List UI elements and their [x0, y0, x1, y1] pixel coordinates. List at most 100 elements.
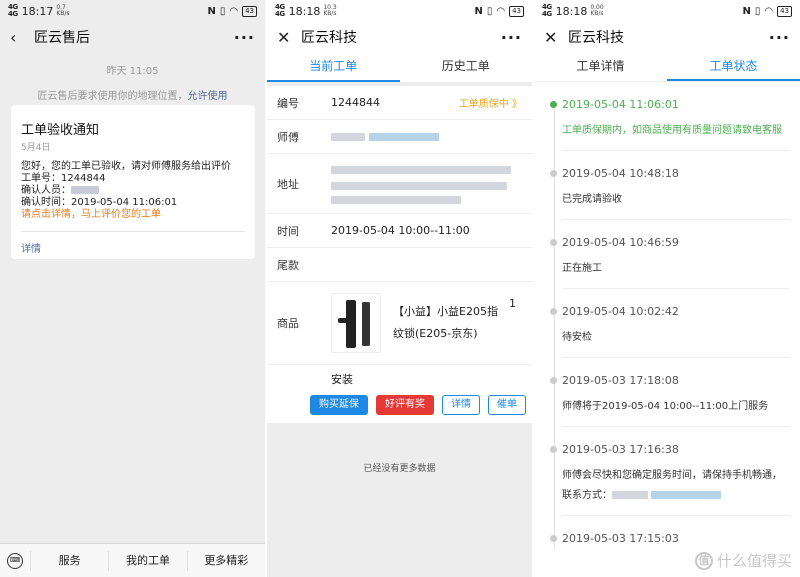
watermark-badge-icon: 值	[694, 551, 713, 570]
message-timestamp: 昨天 11:05	[106, 66, 159, 77]
address-value	[331, 163, 522, 204]
timeline-time: 2019-05-03 17:18:08	[562, 374, 679, 387]
redacted-address-line	[331, 182, 507, 190]
order-id-row: 编号 1244844 工单质保中 》	[267, 86, 532, 120]
timeline-item: 2019-05-04 10:02:42 待安检	[550, 303, 790, 358]
order-status-link[interactable]: 工单质保中 》	[459, 95, 522, 110]
timeline-text: 工单质保期内，如商品使用有质量问题请致电客服	[562, 125, 782, 136]
address-label: 地址	[277, 177, 299, 191]
status-bar: 4G 4G 18:18 0.00 KB/s N ▯ ◠ 43	[534, 0, 800, 22]
card-divider	[21, 231, 245, 232]
page-title: 匠云售后	[34, 30, 90, 46]
close-icon[interactable]: ✕	[544, 28, 562, 47]
timeline-dot	[550, 446, 557, 453]
close-icon[interactable]: ✕	[277, 28, 295, 47]
timeline-dot	[550, 170, 557, 177]
redacted-address-line	[331, 196, 461, 204]
smzdm-watermark: 值 什么值得买	[694, 550, 792, 571]
vibrate-icon: ▯	[754, 5, 761, 17]
goods-quantity: 1	[509, 297, 516, 310]
card-detail-link[interactable]: 详情	[21, 240, 245, 255]
smart-lock-image	[331, 293, 381, 353]
more-menu-icon[interactable]: ···	[234, 28, 255, 47]
goods-item[interactable]: 【小益】小益E205指纹锁(E205-京东) 1	[331, 293, 516, 353]
balance-row: 尾款	[267, 248, 532, 282]
master-label: 师傅	[277, 130, 299, 144]
redacted-name	[71, 186, 99, 194]
chat-panel: 4G 4G 18:17 0.7 KB/s N ▯ ◠ 43 ‹ 匠云售后 ··· 昨…	[0, 0, 265, 577]
wifi-icon: ◠	[229, 5, 239, 17]
network-speed: 10.3 KB/s	[323, 4, 337, 17]
order-tabs: 当前工单 历史工单	[267, 52, 532, 82]
timeline-dot	[550, 377, 557, 384]
master-value	[331, 130, 522, 143]
timeline-time: 2019-05-04 11:06:01	[562, 98, 679, 111]
top-nav: ✕ 匠云科技 ···	[534, 22, 800, 52]
battery-icon: 43	[509, 5, 524, 17]
buy-warranty-button[interactable]: 购买延保	[310, 395, 368, 415]
time-row: 时间 2019-05-04 10:00--11:00	[267, 214, 532, 248]
system-message: 匠云售后要求使用你的地理位置，允许使用	[0, 87, 265, 102]
timeline-text: 师傅会尽快和您确定服务时间，请保持手机畅通，	[562, 470, 782, 481]
master-row: 师傅	[267, 120, 532, 154]
redacted-phone	[368, 133, 439, 141]
keyboard-icon: ⌨	[7, 552, 23, 569]
tab-history-orders[interactable]: 历史工单	[400, 52, 533, 82]
page-title: 匠云科技	[568, 30, 624, 46]
timeline-text: 已完成请验收	[562, 194, 622, 205]
tab-current-orders[interactable]: 当前工单	[267, 52, 400, 82]
network-speed: 0.00 KB/s	[590, 4, 604, 17]
timeline-item: 2019-05-03 17:18:08 师傅将于2019-05-04 10:00…	[550, 372, 790, 427]
timeline-time: 2019-05-04 10:48:18	[562, 167, 679, 180]
timeline-text: 正在施工	[562, 263, 602, 274]
page-title: 匠云科技	[301, 30, 357, 46]
timeline-text: 待安检	[562, 332, 592, 343]
timeline-contact: 联系方式：	[562, 487, 790, 505]
goods-row: 商品 【小益】小益E205指纹锁(E205-京东) 1	[267, 282, 532, 364]
allow-location-link[interactable]: 允许使用	[188, 91, 228, 102]
detail-button[interactable]: 详情	[442, 395, 480, 415]
tab-order-detail[interactable]: 工单详情	[534, 52, 667, 81]
order-id-label: 编号	[277, 96, 299, 110]
chevron-left-icon[interactable]: ‹	[10, 28, 28, 47]
more-menu-icon[interactable]: ···	[769, 28, 790, 47]
menu-service[interactable]: 服务	[30, 550, 108, 571]
review-reward-button[interactable]: 好评有奖	[376, 395, 434, 415]
address-row: 地址	[267, 154, 532, 214]
menu-more[interactable]: 更多精彩	[186, 550, 265, 571]
timeline-text: 师傅将于2019-05-04 10:00--11:00上门服务	[562, 401, 769, 412]
more-menu-icon[interactable]: ···	[501, 28, 522, 47]
keyboard-toggle[interactable]: ⌨	[0, 552, 30, 569]
card-date: 5月4日	[21, 143, 51, 153]
system-message-text: 匠云售后要求使用你的地理位置，	[37, 91, 188, 102]
vibrate-icon: ▯	[219, 5, 226, 17]
timeline-line	[554, 102, 555, 548]
timeline-time: 2019-05-04 10:02:42	[562, 305, 679, 318]
signal-icon: 4G 4G	[8, 3, 18, 18]
goods-name: 【小益】小益E205指纹锁(E205-京东)	[393, 305, 498, 340]
redacted-name	[331, 133, 365, 141]
time-label: 时间	[277, 224, 299, 238]
urge-order-button[interactable]: 催单	[488, 395, 526, 415]
timeline-item: 2019-05-04 11:06:01 工单质保期内，如商品使用有质量问题请致电…	[550, 96, 790, 151]
status-timeline: 2019-05-04 11:06:01 工单质保期内，如商品使用有质量问题请致电…	[534, 82, 800, 548]
contact-label: 联系方式：	[562, 490, 612, 501]
top-nav: ✕ 匠云科技 ···	[267, 22, 532, 52]
redacted-phone	[651, 491, 722, 499]
timeline-item: 2019-05-04 10:46:59 正在施工	[550, 234, 790, 289]
status-panel: 4G 4G 18:18 0.00 KB/s N ▯ ◠ 43 ✕ 匠云科技 ··· …	[534, 0, 800, 577]
detail-tabs: 工单详情 工单状态	[534, 52, 800, 82]
timeline-dot	[550, 239, 557, 246]
battery-icon: 43	[242, 5, 257, 17]
time-value: 2019-05-04 10:00--11:00	[331, 224, 470, 237]
order-actions: 购买延保 好评有奖 详情 催单	[267, 391, 532, 423]
card-line-confirm-time: 确认时间：2019-05-04 11:06:01	[21, 197, 178, 208]
network-speed: 0.7 KB/s	[56, 4, 70, 17]
balance-label: 尾款	[277, 258, 299, 272]
timeline-dot	[550, 308, 557, 315]
notification-card[interactable]: 工单验收通知 5月4日 您好，您的工单已验收，请对师傅服务给出评价 工单号：12…	[11, 105, 255, 259]
confirmer-label: 确认人员：	[21, 185, 71, 196]
menu-my-orders[interactable]: 我的工单	[108, 550, 186, 571]
tab-order-status[interactable]: 工单状态	[667, 52, 800, 81]
timeline-time: 2019-05-03 17:16:38	[562, 443, 679, 456]
